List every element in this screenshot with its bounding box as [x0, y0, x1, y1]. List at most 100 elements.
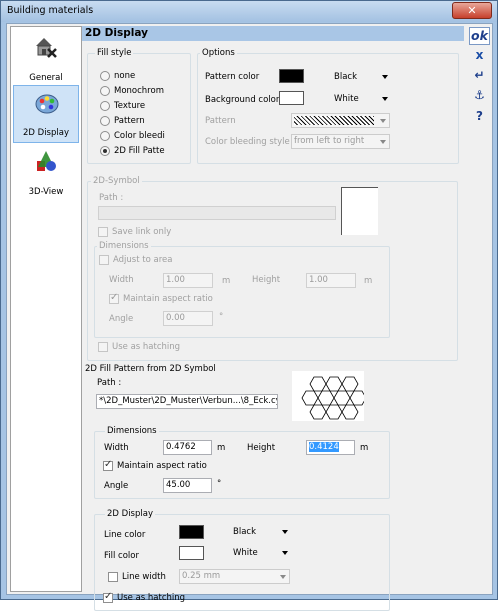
color-bleeding-value: from left to right [294, 136, 365, 146]
background-color-swatch[interactable] [279, 91, 304, 105]
section-title: 2D Display [85, 27, 148, 39]
chevron-down-icon[interactable] [382, 97, 388, 101]
chevron-down-icon[interactable] [382, 75, 388, 79]
adjust-to-area-label: Adjust to area [113, 255, 173, 265]
ok-button[interactable]: ok [469, 27, 490, 45]
title-bar: Building materials ✕ [1, 1, 497, 22]
line-width-checkbox[interactable] [108, 572, 118, 582]
nav-label: General [29, 73, 63, 83]
line-color-value: Black [233, 527, 256, 537]
radio-monochrom[interactable] [100, 86, 110, 96]
fill-height-input[interactable]: 0.4124 [306, 440, 355, 455]
fill-pattern-path-label: Path : [97, 378, 122, 388]
symbol-hatching-label: Use as hatching [112, 342, 181, 352]
category-list: General 2D Display 3D-View [10, 26, 82, 592]
radio-pattern[interactable] [100, 116, 110, 126]
pattern-select[interactable] [291, 113, 390, 128]
dialog-window: Building materials ✕ General 2D Display … [0, 0, 498, 611]
pattern-color-swatch[interactable] [279, 69, 304, 83]
symbol-maintain-ratio-label: Maintain aspect ratio [123, 294, 213, 304]
background-color-value: White [334, 94, 359, 104]
fill-height-unit: m [360, 443, 369, 453]
radio-2d-fill-pattern[interactable] [100, 146, 110, 156]
symbol-angle-input[interactable]: 0.00 [163, 311, 213, 326]
fill-height-label: Height [247, 443, 276, 453]
symbol-height-label: Height [252, 275, 281, 285]
fill-color-swatch[interactable] [179, 546, 204, 560]
nav-item-general[interactable]: General [13, 29, 79, 87]
line-width-value: 0.25 mm [182, 571, 221, 581]
radio-label: Texture [114, 101, 146, 111]
symbol-height-unit: m [364, 276, 373, 286]
hexagon-pattern-preview [292, 371, 364, 421]
radio-color-bleeding[interactable] [100, 131, 110, 141]
fill-width-label: Width [104, 443, 129, 453]
options-legend: Options [200, 48, 237, 58]
nav-label: 3D-View [28, 187, 64, 197]
pattern-label: Pattern [205, 116, 236, 126]
help-button[interactable]: ? [469, 109, 490, 127]
chevron-down-icon[interactable] [282, 551, 288, 555]
symbol-height-input[interactable]: 1.00 [306, 273, 356, 288]
window-title: Building materials [7, 5, 94, 16]
symbol-preview [341, 187, 378, 235]
save-link-label: Save link only [112, 227, 172, 237]
line-color-swatch[interactable] [179, 525, 204, 539]
fill-angle-unit: ° [217, 479, 222, 489]
symbol-width-input[interactable]: 1.00 [163, 273, 213, 288]
radio-label: none [114, 71, 136, 81]
fill-pattern-legend: 2D Fill Pattern from 2D Symbol [85, 364, 216, 374]
symbol-angle-label: Angle [109, 314, 134, 324]
symbol-path-field[interactable] [98, 206, 336, 220]
symbol-dimensions-legend: Dimensions [97, 241, 151, 251]
hatch-pattern-preview [294, 116, 374, 125]
radio-none[interactable] [100, 71, 110, 81]
shapes-3d-icon [37, 151, 56, 171]
fill-width-input[interactable]: 0.4762 [163, 440, 212, 455]
use-as-hatching-checkbox[interactable] [103, 591, 113, 603]
line-width-label: Line width [122, 572, 166, 582]
apply-button[interactable]: ↵ [469, 68, 490, 86]
color-bleeding-select[interactable]: from left to right [291, 134, 390, 149]
adjust-to-area-checkbox[interactable] [99, 255, 109, 265]
radio-texture[interactable] [100, 101, 110, 111]
use-as-hatching-label: Use as hatching [117, 593, 186, 603]
nav-item-3d-view[interactable]: 3D-View [13, 143, 79, 201]
palette-icon [35, 94, 59, 114]
fill-color-label: Fill color [104, 551, 139, 561]
save-link-checkbox[interactable] [98, 227, 108, 237]
house-tools-icon [36, 38, 57, 58]
dialog-client: General 2D Display 3D-View 2D Display ok… [6, 23, 493, 611]
radio-label: 2D Fill Patte [114, 146, 165, 156]
fill-height-value: 0.4124 [309, 442, 339, 452]
fill-angle-label: Angle [104, 481, 129, 491]
symbol-angle-unit: ° [219, 312, 224, 322]
display2d-legend: 2D Display [105, 509, 155, 519]
anchor-button[interactable]: ⚓ [469, 88, 490, 106]
symbol-width-unit: m [222, 276, 231, 286]
line-width-select[interactable]: 0.25 mm [179, 569, 290, 584]
line-color-label: Line color [104, 530, 146, 540]
radio-label: Monochrom [114, 86, 164, 96]
fill-maintain-ratio-checkbox[interactable] [103, 459, 113, 471]
symbol-path-label: Path : [99, 193, 124, 203]
nav-item-2d-display[interactable]: 2D Display [13, 85, 79, 143]
cancel-button[interactable]: x [469, 48, 490, 66]
close-button[interactable]: ✕ [452, 2, 492, 19]
fill-maintain-ratio-label: Maintain aspect ratio [117, 461, 207, 471]
radio-label: Color bleedi [114, 131, 165, 141]
pattern-color-value: Black [334, 72, 357, 82]
symbol-maintain-ratio-checkbox[interactable] [109, 292, 119, 304]
symbol-hatching-checkbox[interactable] [98, 342, 108, 352]
chevron-down-icon[interactable] [282, 530, 288, 534]
fill-angle-input[interactable]: 45.00 [163, 478, 212, 493]
pattern-color-label: Pattern color [205, 72, 260, 82]
chevron-down-icon [280, 575, 286, 579]
fill-pattern-path-field[interactable]: *\2D_Muster\2D_Muster\Verbun...\8_Eck.cy… [96, 394, 278, 409]
fill-width-unit: m [217, 443, 226, 453]
chevron-down-icon [380, 119, 386, 123]
section-header: 2D Display [82, 26, 464, 41]
fill-style-legend: Fill style [95, 48, 134, 58]
settings-content: Fill style none Monochrom Texture Patter… [82, 41, 464, 611]
toolbar: ok x ↵ ⚓ ? [468, 26, 491, 146]
